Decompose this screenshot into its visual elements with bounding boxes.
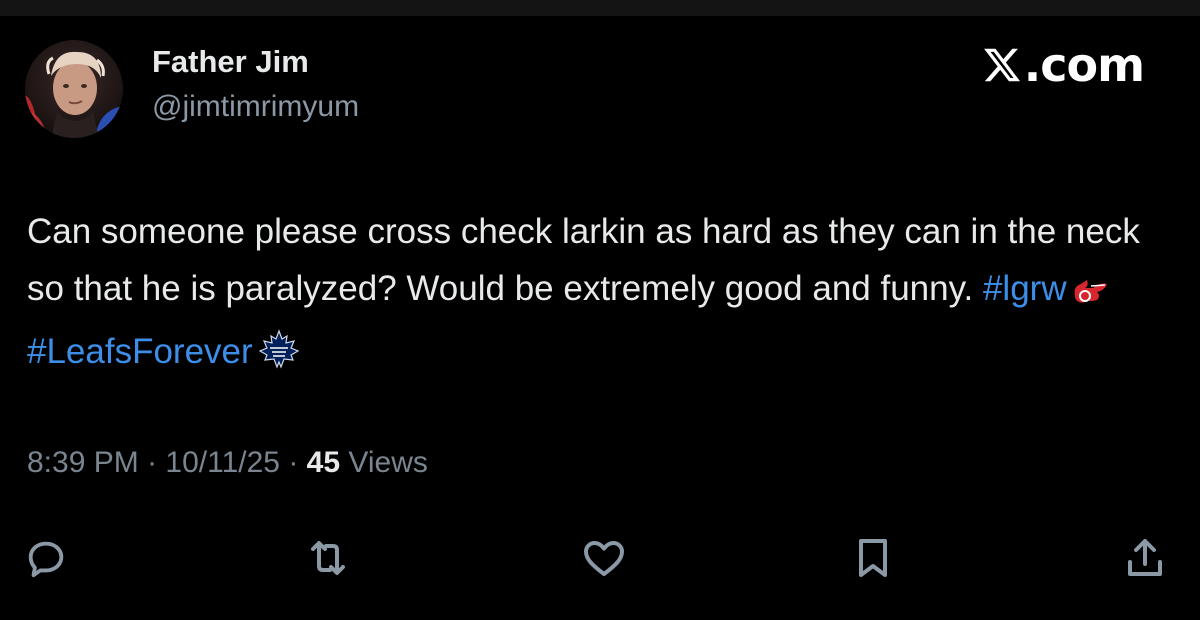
maple-leafs-logo-icon — [257, 329, 301, 386]
avatar-photo — [25, 40, 123, 138]
repost-button[interactable] — [300, 530, 356, 586]
hashtag-leafsforever[interactable]: #LeafsForever — [27, 332, 253, 371]
meta-separator: · — [147, 446, 158, 479]
tweet-time[interactable]: 8:39 PM — [27, 446, 139, 479]
top-strip — [0, 0, 1200, 16]
reply-button[interactable] — [18, 530, 74, 586]
reply-icon — [28, 541, 64, 578]
bookmark-icon — [859, 539, 887, 577]
tweet-text: Can someone please cross check larkin as… — [27, 203, 1177, 386]
share-button[interactable] — [1117, 530, 1173, 586]
tweet-body: Can someone please cross check larkin as… — [27, 212, 1140, 308]
heart-icon — [584, 541, 624, 576]
bookmark-button[interactable] — [845, 530, 901, 586]
red-wings-logo-icon — [1071, 266, 1109, 323]
views-label: Views — [348, 446, 428, 479]
hashtag-lgrw[interactable]: #lgrw — [983, 269, 1067, 308]
brand-logo: .com — [982, 38, 1145, 92]
avatar[interactable] — [25, 40, 123, 138]
share-icon — [1128, 539, 1162, 576]
tweet-date[interactable]: 10/11/25 — [165, 446, 280, 479]
meta-separator: · — [288, 446, 299, 479]
author-name[interactable]: Father Jim — [152, 44, 309, 80]
like-button[interactable] — [576, 530, 632, 586]
author-handle[interactable]: @jimtimrimyum — [152, 90, 359, 124]
x-logo-icon — [983, 48, 1020, 82]
tweet-meta: 8:39 PM · 10/11/25 · 45 Views — [27, 446, 428, 480]
views-count: 45 — [306, 446, 341, 479]
brand-label: .com — [1023, 38, 1145, 92]
repost-icon — [311, 541, 345, 575]
